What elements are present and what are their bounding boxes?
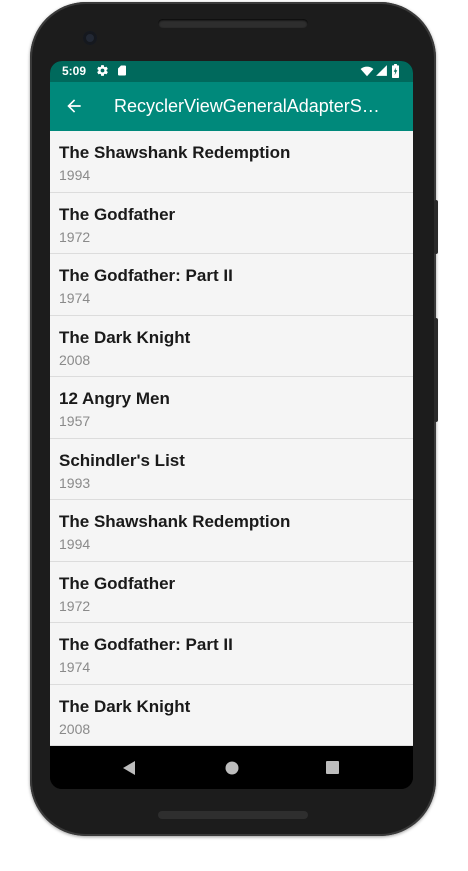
power-button xyxy=(434,200,438,254)
status-time: 5:09 xyxy=(62,64,87,78)
movie-year: 1994 xyxy=(59,167,91,183)
movie-title: The Dark Knight xyxy=(59,327,191,347)
movie-year: 1957 xyxy=(59,413,91,429)
sd-card-icon xyxy=(118,65,126,76)
list-item[interactable]: The Shawshank Redemption 1994 xyxy=(50,500,413,562)
movie-year: 1972 xyxy=(59,228,91,245)
movie-title: Schindler's List xyxy=(59,450,185,470)
battery-icon xyxy=(392,64,399,78)
app-bar-title: RecyclerViewGeneralAdapterSa… xyxy=(114,96,389,116)
movie-title: 12 Angry Men xyxy=(59,389,170,408)
back-arrow-icon[interactable] xyxy=(64,96,84,116)
front-camera xyxy=(83,31,97,45)
movie-title: The Godfather: Part II xyxy=(59,266,233,285)
list-item[interactable]: The Godfather 1972 xyxy=(50,562,413,623)
movie-title: The Dark Knight xyxy=(59,696,191,716)
home-circle-icon[interactable] xyxy=(225,761,239,775)
movie-title: The Shawshank Redemption xyxy=(59,512,291,531)
movie-year: 1994 xyxy=(59,536,91,552)
list-item[interactable]: Schindler's List 1993 xyxy=(50,439,413,500)
list-item[interactable]: The Shawshank Redemption 1994 xyxy=(50,131,413,193)
list-item[interactable]: The Godfather 1972 xyxy=(50,193,413,254)
wifi-icon xyxy=(360,66,374,77)
list-item[interactable]: 12 Angry Men 1957 xyxy=(50,377,413,439)
bottom-speaker xyxy=(158,811,308,819)
movie-title: The Godfather xyxy=(59,204,176,224)
phone-screen: 5:09 RecyclerViewGeneralAdapterSa… The S… xyxy=(50,61,413,789)
volume-button xyxy=(434,318,438,422)
movie-title: The Godfather xyxy=(59,573,176,593)
movie-year: 1974 xyxy=(59,659,91,675)
recents-square-icon[interactable] xyxy=(326,761,339,774)
earpiece-speaker xyxy=(158,19,308,28)
movie-year: 1974 xyxy=(59,290,91,306)
navigation-bar xyxy=(50,746,413,789)
movie-year: 1972 xyxy=(59,597,91,614)
list-item[interactable]: The Godfather: Part II 1974 xyxy=(50,623,413,685)
movie-year: 2008 xyxy=(59,351,91,368)
gear-icon xyxy=(97,65,108,76)
status-bar: 5:09 xyxy=(50,61,413,82)
back-triangle-icon[interactable] xyxy=(122,760,136,776)
list-item[interactable]: The Godfather: Part II 1974 xyxy=(50,254,413,316)
movie-title: The Godfather: Part II xyxy=(59,635,233,654)
movie-title: The Shawshank Redemption xyxy=(59,143,291,162)
list-item[interactable]: The Dark Knight 2008 xyxy=(50,316,413,377)
movie-year: 2008 xyxy=(59,720,91,737)
signal-icon xyxy=(376,65,387,76)
movie-list[interactable]: The Shawshank Redemption 1994 The Godfat… xyxy=(50,131,413,746)
movie-year: 1993 xyxy=(59,474,91,491)
app-bar: RecyclerViewGeneralAdapterSa… xyxy=(50,82,413,131)
list-item[interactable]: The Dark Knight 2008 xyxy=(50,685,413,746)
